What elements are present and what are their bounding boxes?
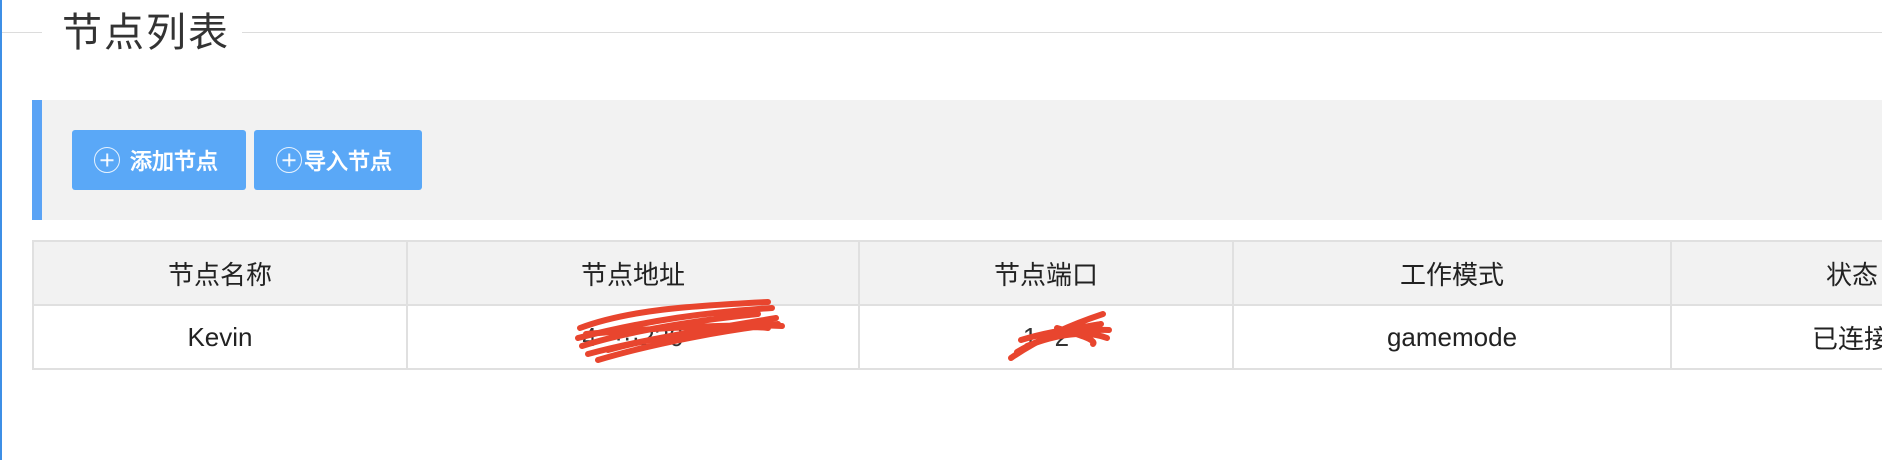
title-divider-right xyxy=(242,32,1882,33)
add-node-button-label: 添加节点 xyxy=(130,150,219,175)
column-header-status-label: 状态 xyxy=(1825,260,1878,291)
add-node-button[interactable]: 添加节点 xyxy=(72,130,246,190)
status-text: 已连接 xyxy=(1811,323,1882,354)
left-edge-bar xyxy=(0,0,2,460)
table-row[interactable]: Kevin 4·····230 1··2 gamemode 已连接 xyxy=(32,298,1882,370)
column-header-port[interactable]: 节点端口 xyxy=(858,240,1234,306)
toolbar: 添加节点 导入节点 xyxy=(32,100,1882,220)
redacted-port: 1··2 xyxy=(1007,310,1112,361)
cell-node-port: 1··2 xyxy=(858,304,1234,370)
title-divider-left xyxy=(2,32,42,33)
column-header-name[interactable]: 节点名称 xyxy=(32,240,408,306)
table-header-row: 节点名称 节点地址 节点端口 工作模式 状态 xyxy=(32,240,1882,306)
port-text: 1··2 xyxy=(1022,321,1070,352)
cell-node-name: Kevin xyxy=(32,304,408,370)
page: 节点列表 添加节点 导入节点 节点名称 节点地址 节点端口 工作模式 状态 Ke… xyxy=(0,0,1882,460)
page-title: 节点列表 xyxy=(62,10,230,56)
column-header-status[interactable]: 状态 xyxy=(1670,240,1882,306)
column-header-mode[interactable]: 工作模式 xyxy=(1232,240,1672,306)
node-table: 节点名称 节点地址 节点端口 工作模式 状态 Kevin 4·····230 1… xyxy=(32,240,1882,370)
import-node-button-label: 导入节点 xyxy=(304,150,393,175)
column-header-address[interactable]: 节点地址 xyxy=(406,240,860,306)
redacted-address: 4·····230 xyxy=(575,298,786,363)
plus-circle-icon xyxy=(94,147,120,173)
address-text: 4·····230 xyxy=(582,321,684,352)
cell-work-mode: gamemode xyxy=(1232,304,1672,370)
cell-node-address: 4·····230 xyxy=(406,298,860,370)
cell-status: 已连接 xyxy=(1670,304,1882,370)
plus-circle-icon xyxy=(276,147,302,173)
import-node-button[interactable]: 导入节点 xyxy=(254,130,422,190)
